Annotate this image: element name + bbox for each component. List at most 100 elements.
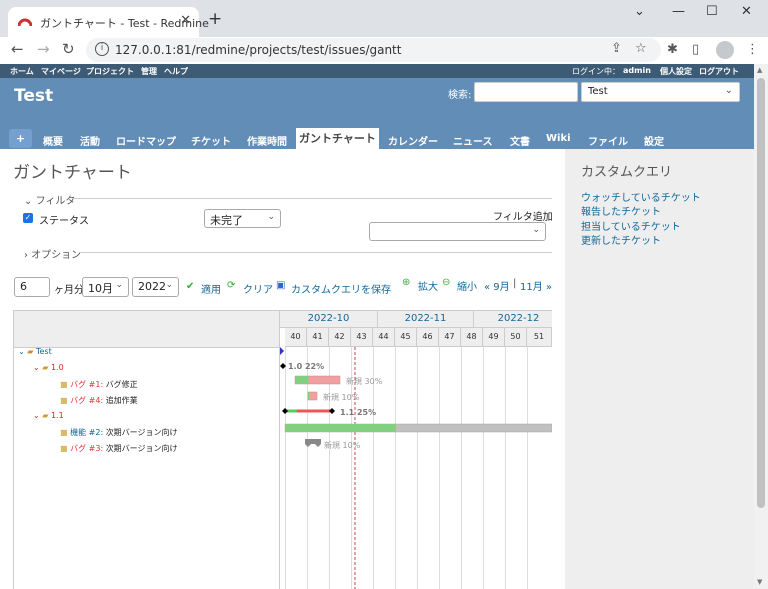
status-operator-select[interactable]: 未完了 ⌄ (204, 209, 281, 228)
tab-documents[interactable]: 文書 (510, 133, 530, 148)
next-month-link[interactable]: 11月 » (520, 278, 552, 293)
sidebar-link-updated[interactable]: 更新したチケット (581, 232, 661, 247)
save-icon: ▣ (276, 280, 286, 291)
info-icon[interactable]: i (95, 42, 109, 56)
clear-link[interactable]: クリア (243, 281, 273, 296)
chevron-down-icon: ⌄ (115, 280, 123, 290)
top-menu-help[interactable]: ヘルプ (164, 66, 188, 77)
vertical-scrollbar[interactable]: ▲ ▼ (754, 64, 768, 589)
issue-tracker-link[interactable]: バグ #4: (70, 396, 103, 405)
gantt-subjects-header (14, 311, 279, 348)
logout-link[interactable]: ログアウト (699, 66, 739, 77)
top-menu: ホーム マイページ プロジェクト 管理 ヘルプ ログイン中： admin 個人設… (0, 64, 754, 78)
issue-tracker-link[interactable]: バグ #1: (70, 380, 103, 389)
bookmark-star-icon[interactable]: ☆ (635, 41, 647, 56)
tab-calendar[interactable]: カレンダー (388, 133, 438, 148)
month-select[interactable]: 10月 ⌄ (82, 277, 129, 297)
search-input[interactable] (474, 82, 578, 102)
project-jump-value: Test (588, 86, 608, 97)
extensions-icon[interactable]: ✱ (667, 42, 678, 57)
issue-tracker-link[interactable]: 機能 #2: (70, 428, 103, 437)
options-expander[interactable]: › オプション (24, 246, 81, 261)
sidebar-link-assigned[interactable]: 担当しているチケット (581, 218, 681, 233)
browser-tab[interactable]: ガントチャート - Test - Redmine ✕ (8, 7, 209, 37)
tab-roadmap[interactable]: ロードマップ (116, 133, 176, 148)
tab-news[interactable]: ニュース (453, 133, 493, 148)
zoom-in-link[interactable]: 拡大 (418, 278, 438, 293)
issue-2-late (285, 424, 396, 432)
reload-icon[interactable]: ↻ (62, 40, 75, 58)
filter-expander[interactable]: ⌄ フィルタ (24, 192, 75, 207)
year-select[interactable]: 2022 ⌄ (132, 277, 179, 297)
project-jump-select[interactable]: Test ⌄ (581, 82, 740, 102)
issue-icon: ■ (60, 444, 68, 453)
previous-month-link[interactable]: « 9月 (484, 278, 510, 293)
gantt-row-version[interactable]: ⌄ ▰ 1.0 (33, 363, 64, 372)
close-tab-icon[interactable]: ✕ (180, 13, 191, 28)
month-header[interactable]: 2022-11 (378, 311, 474, 328)
tab-issues[interactable]: チケット (191, 133, 231, 148)
side-panel-icon[interactable]: ▯ (692, 42, 699, 57)
back-icon[interactable]: ← (11, 40, 24, 58)
scroll-up-icon[interactable]: ▲ (757, 66, 762, 74)
issue-3-label: 新規 10% (324, 440, 361, 450)
issue-3-end (315, 444, 321, 447)
top-menu-mypage[interactable]: マイページ (41, 66, 81, 77)
gantt-row-issue[interactable]: ■ バグ #4: 追加作業 (60, 395, 138, 406)
tab-wiki[interactable]: Wiki (546, 133, 571, 144)
top-menu-projects[interactable]: プロジェクト (86, 66, 134, 77)
new-object-button[interactable]: + (9, 129, 32, 148)
version-label: 1.1 (50, 411, 64, 420)
gantt-row-issue[interactable]: ■ バグ #3: 次期バージョン向け (60, 443, 178, 454)
status-checkbox[interactable]: ✓ (23, 213, 33, 223)
year-value: 2022 (138, 280, 166, 293)
apply-link[interactable]: 適用 (201, 281, 221, 296)
share-icon[interactable]: ⇪ (611, 41, 622, 56)
tab-overview[interactable]: 概要 (43, 133, 63, 148)
week-header: 44 (373, 328, 395, 347)
tab-files[interactable]: ファイル (588, 133, 628, 148)
project-title[interactable]: Test (14, 86, 53, 106)
gantt-row-issue[interactable]: ■ 機能 #2: 次期バージョン向け (60, 427, 178, 438)
issue-1-label: 新規 30% (346, 376, 383, 386)
week-header: 41 (307, 328, 329, 347)
menu-kebab-icon[interactable]: ⋮ (746, 42, 759, 57)
month-header[interactable]: 2022-12 (474, 311, 552, 328)
omnibox[interactable]: i 127.0.0.1:81/redmine/projects/test/iss… (86, 38, 661, 62)
tab-time-entries[interactable]: 作業時間 (247, 133, 287, 148)
logged-in-user[interactable]: admin (623, 66, 651, 75)
top-menu-admin[interactable]: 管理 (141, 66, 157, 77)
months-input[interactable]: 6 (14, 277, 50, 297)
minimize-icon[interactable]: — (672, 4, 685, 19)
scrollbar-thumb[interactable] (757, 78, 765, 508)
tab-activity[interactable]: 活動 (80, 133, 100, 148)
zoom-out-link[interactable]: 縮小 (457, 278, 477, 293)
save-query-link[interactable]: カスタムクエリを保存 (291, 281, 391, 296)
options-rule (80, 252, 552, 253)
my-account-link[interactable]: 個人設定 (660, 66, 692, 77)
issue-tracker-link[interactable]: バグ #3: (70, 444, 103, 453)
profile-avatar[interactable] (716, 41, 734, 59)
zoom-in-icon: ⊕ (402, 277, 411, 288)
top-menu-home[interactable]: ホーム (10, 66, 34, 77)
tab-settings[interactable]: 設定 (644, 133, 664, 148)
gantt-row-project[interactable]: ⌄ ▰ Test (18, 347, 52, 356)
version-10-label: 1.0 22% (288, 362, 324, 371)
version-icon: ▰ (42, 411, 49, 420)
month-header[interactable]: 2022-10 (280, 311, 378, 328)
checkmark-icon: ✔ (186, 281, 195, 292)
chevron-down-icon[interactable]: ⌄ (634, 4, 645, 19)
sidebar-link-reported[interactable]: 報告したチケット (581, 203, 661, 218)
add-filter-select[interactable]: ⌄ (369, 222, 546, 241)
sidebar-link-watched[interactable]: ウォッチしているチケット (581, 189, 701, 204)
new-tab-icon[interactable]: + (208, 9, 222, 29)
scroll-down-icon[interactable]: ▼ (757, 578, 762, 586)
gantt-row-issue[interactable]: ■ バグ #1: バグ修正 (60, 379, 138, 390)
tab-gantt[interactable]: ガントチャート (296, 128, 379, 149)
close-window-icon[interactable]: ✕ (741, 4, 752, 19)
maximize-icon[interactable]: ☐ (706, 4, 718, 19)
header: Test 検索: Test ⌄ + 概要 活動 ロードマップ チケット 作業時間 … (0, 78, 754, 149)
gantt-subjects: ⌄ ▰ Test ⌄ ▰ 1.0 ■ バグ #1: バグ修正 ■ バグ #4: … (13, 310, 280, 589)
forward-icon[interactable]: → (37, 40, 50, 58)
gantt-row-version[interactable]: ⌄ ▰ 1.1 (33, 411, 64, 420)
